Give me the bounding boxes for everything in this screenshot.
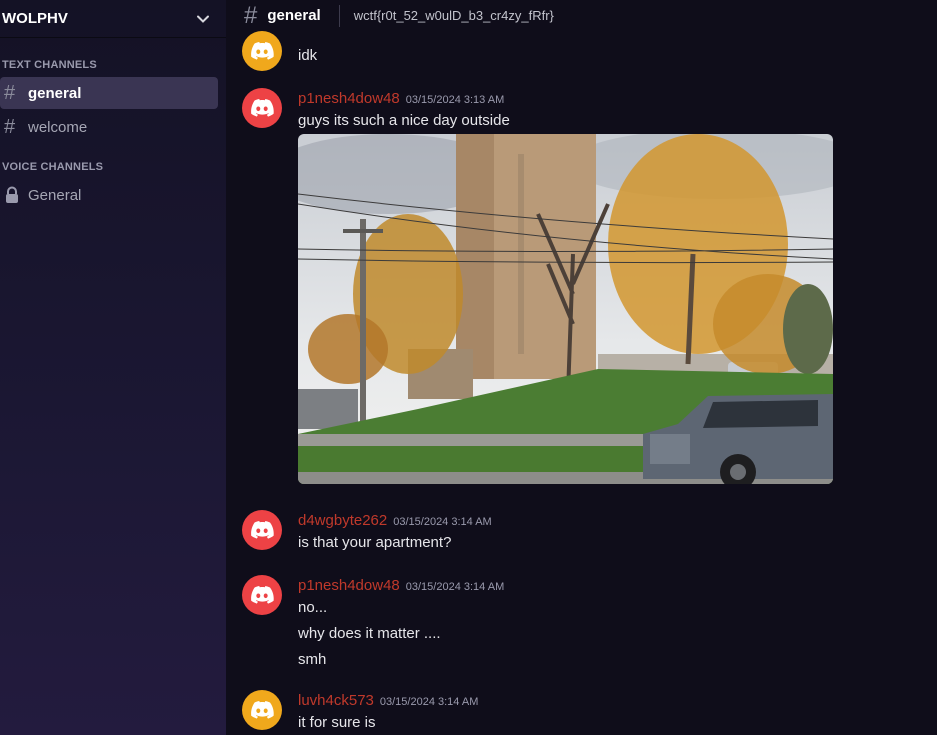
avatar[interactable]: [242, 690, 282, 730]
server-header[interactable]: WOLPHV: [0, 0, 226, 38]
message-list[interactable]: idk p1nesh4dow48 03/15/2024 3:13 AM guys …: [226, 0, 937, 735]
avatar[interactable]: [242, 510, 282, 550]
message-text: guys its such a nice day outside: [298, 112, 510, 129]
channel-label: welcome: [28, 118, 88, 136]
channel-title: general: [267, 7, 321, 24]
avatar[interactable]: [242, 575, 282, 615]
discord-logo-icon: [251, 521, 274, 539]
message-text: why does it matter ....: [298, 625, 441, 642]
channel-item-welcome[interactable]: # welcome: [0, 111, 218, 143]
discord-logo-icon: [251, 99, 274, 117]
username[interactable]: p1nesh4dow48: [298, 90, 400, 107]
hash-icon: #: [4, 81, 16, 104]
message-text: it for sure is: [298, 714, 376, 731]
timestamp: 03/15/2024 3:14 AM: [379, 696, 479, 708]
username[interactable]: d4wgbyte262: [298, 512, 387, 529]
channel-sidebar: WOLPHV TEXT CHANNELS # general # welcome…: [0, 0, 226, 735]
category-text-channels[interactable]: TEXT CHANNELS: [0, 59, 226, 71]
hash-icon: #: [244, 1, 258, 29]
timestamp: 03/15/2024 3:14 AM: [393, 516, 492, 528]
chat-area: idk p1nesh4dow48 03/15/2024 3:13 AM guys …: [226, 0, 937, 735]
message-text: is that your apartment?: [298, 534, 452, 551]
channel-item-general[interactable]: # general: [0, 77, 218, 109]
avatar[interactable]: [242, 88, 282, 128]
channel-header: # general wctf{r0t_52_w0ulD_b3_cr4zy_fRf…: [226, 0, 937, 31]
username[interactable]: luvh4ck573: [298, 692, 374, 709]
channel-label: General: [28, 186, 82, 204]
divider: [338, 4, 340, 27]
street-view-photo: [298, 134, 833, 484]
hash-icon: #: [4, 115, 16, 138]
chevron-down-icon[interactable]: [196, 12, 210, 26]
server-name: WOLPHV: [2, 10, 68, 27]
channel-label: general: [28, 84, 82, 102]
discord-logo-icon: [251, 701, 274, 719]
discord-logo-icon: [251, 42, 274, 60]
username[interactable]: p1nesh4dow48: [298, 577, 400, 594]
message-text: no...: [298, 599, 328, 616]
message-text: idk: [298, 47, 318, 64]
lock-icon: [4, 186, 24, 204]
message-text: smh: [298, 651, 327, 668]
timestamp: 03/15/2024 3:14 AM: [405, 581, 505, 593]
category-voice-channels[interactable]: VOICE CHANNELS: [0, 161, 226, 173]
avatar[interactable]: [242, 31, 282, 71]
image-attachment[interactable]: [298, 134, 833, 484]
channel-topic[interactable]: wctf{r0t_52_w0ulD_b3_cr4zy_fRfr}: [354, 8, 554, 23]
timestamp: 03/15/2024 3:13 AM: [405, 94, 505, 106]
discord-logo-icon: [251, 586, 274, 604]
voice-channel-general[interactable]: General: [0, 179, 218, 211]
